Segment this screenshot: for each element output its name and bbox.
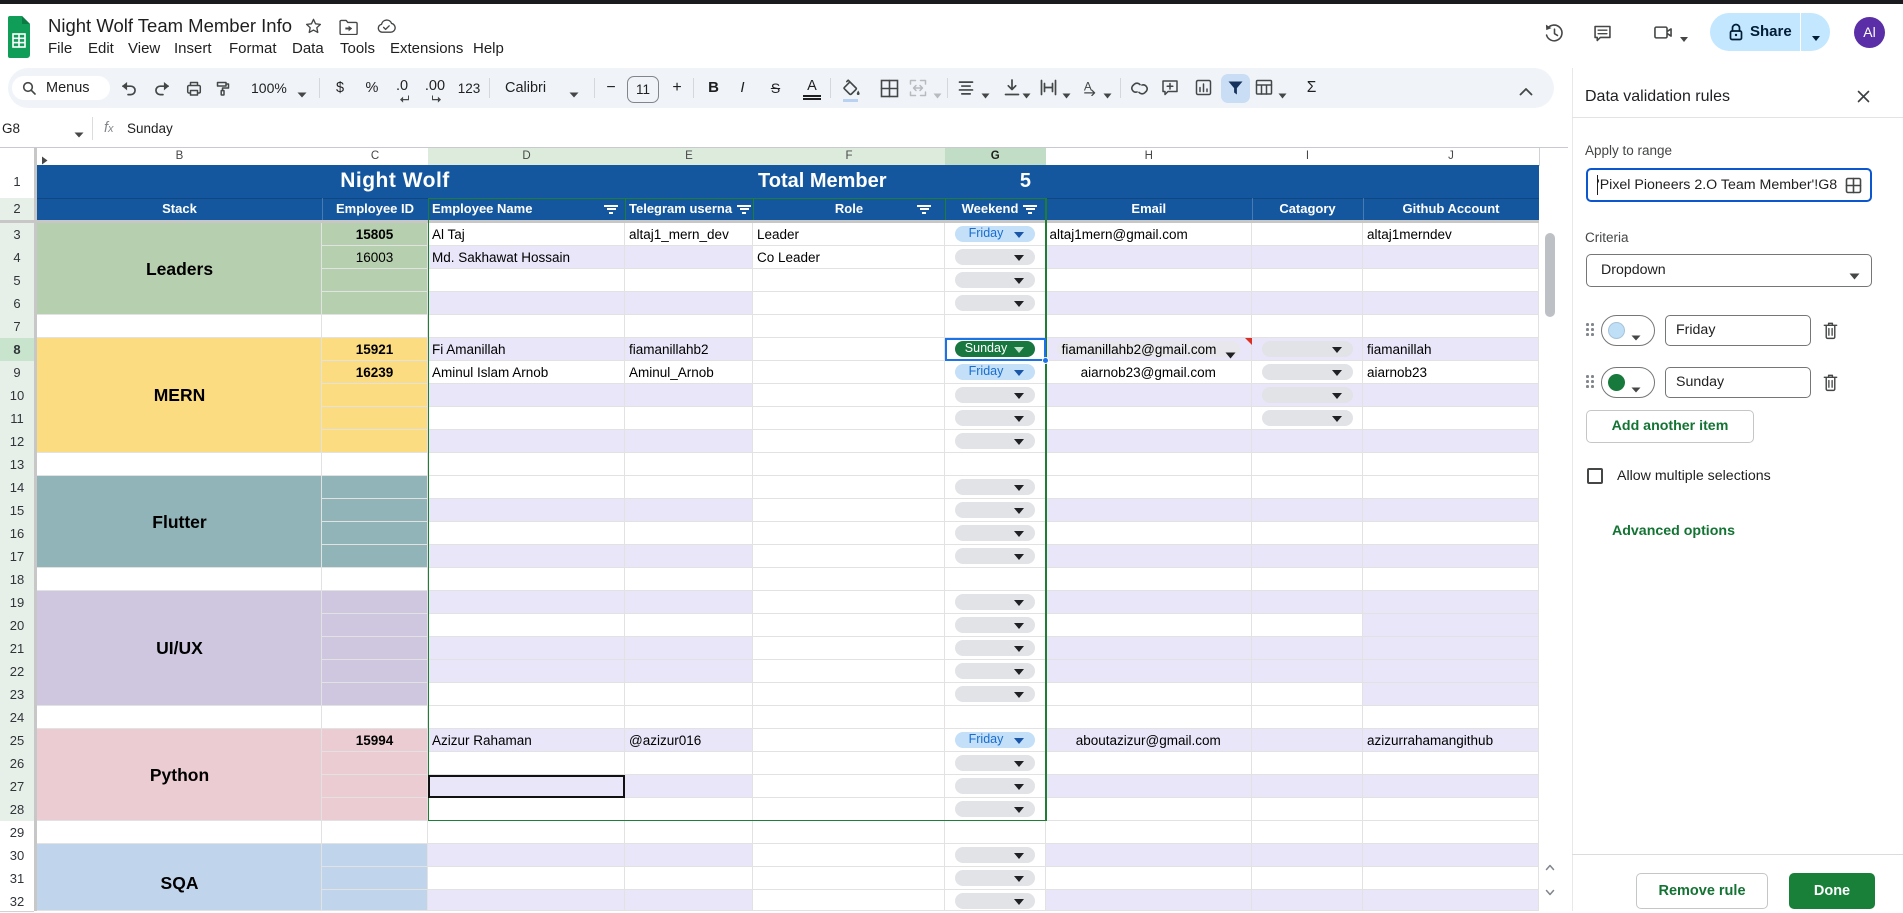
svg-text:A: A: [1084, 80, 1093, 94]
